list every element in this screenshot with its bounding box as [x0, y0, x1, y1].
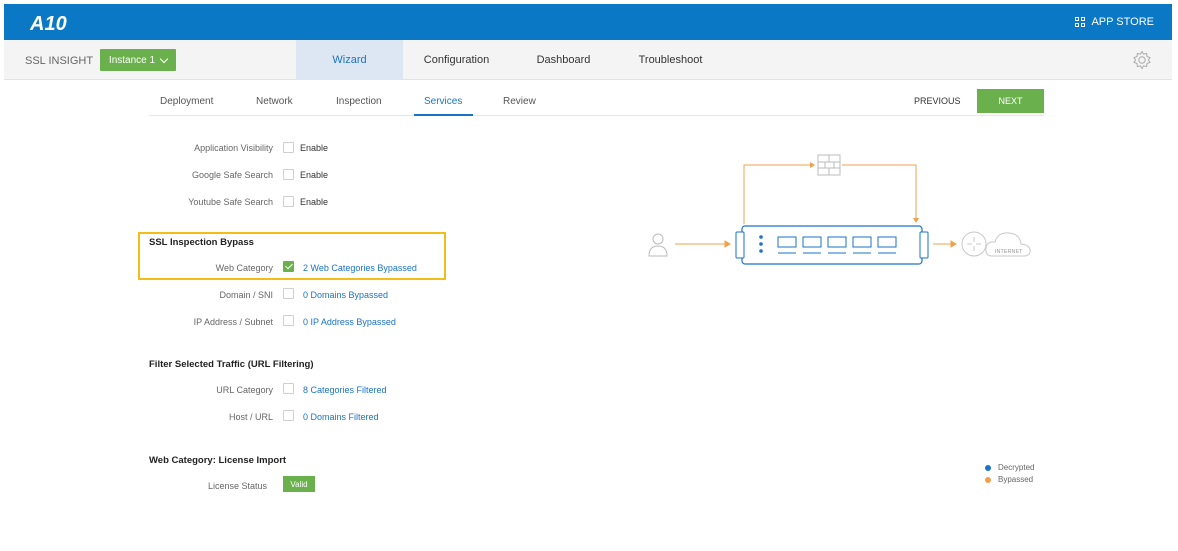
youtube-safe-search-checkbox[interactable] — [283, 196, 294, 207]
app-store-button[interactable]: APP STORE — [1075, 16, 1154, 28]
ssl-bypass-title: SSL Inspection Bypass — [149, 237, 254, 248]
youtube-safe-search-label: Youtube Safe Search — [188, 197, 273, 207]
top-bar: A10 APP STORE — [4, 4, 1172, 40]
previous-button[interactable]: PREVIOUS — [914, 96, 961, 106]
instance-label: Instance 1 — [108, 54, 156, 66]
a10-device-icon — [735, 225, 929, 265]
web-category-checkbox[interactable] — [283, 261, 294, 272]
app-grid-icon — [1075, 17, 1086, 27]
domains-filtered-link[interactable]: 0 Domains Filtered — [303, 412, 379, 422]
domains-bypassed-link[interactable]: 0 Domains Bypassed — [303, 290, 388, 300]
bypass-arrowhead-2 — [913, 218, 919, 223]
ip-subnet-label: IP Address / Subnet — [193, 317, 273, 327]
instance-dropdown[interactable]: Instance 1 — [100, 49, 176, 71]
host-url-checkbox[interactable] — [283, 410, 294, 421]
application-visibility-enable: Enable — [300, 143, 329, 153]
ip-subnet-checkbox[interactable] — [283, 315, 294, 326]
web-categories-bypassed-link[interactable]: 2 Web Categories Bypassed — [303, 263, 417, 273]
license-status-label: License Status — [207, 481, 267, 491]
legend-bypassed: Bypassed — [985, 475, 1034, 484]
traffic-diagram: INTERNET — [648, 154, 1031, 265]
google-safe-search-label: Google Safe Search — [191, 170, 273, 180]
outbound-arrow — [933, 240, 957, 248]
product-bar: SSL INSIGHT Instance 1 Wizard Configurat… — [4, 40, 1172, 80]
internet-label: INTERNET — [995, 249, 1023, 255]
license-title: Web Category: License Import — [149, 455, 287, 466]
tab-wizard[interactable]: Wizard — [296, 40, 403, 80]
license-status-badge: Valid — [283, 476, 315, 492]
step-network[interactable]: Network — [256, 96, 293, 107]
google-safe-search-enable: Enable — [300, 170, 329, 180]
product-name: SSL INSIGHT — [25, 55, 94, 67]
step-inspection[interactable]: Inspection — [336, 96, 382, 107]
application-visibility-checkbox[interactable] — [283, 142, 294, 153]
legend-decrypted: Decrypted — [985, 463, 1034, 472]
chevron-down-icon — [159, 54, 169, 63]
bypassed-dot-icon — [985, 476, 991, 483]
router-icon — [961, 231, 987, 257]
decrypted-dot-icon — [985, 464, 991, 471]
tab-configuration[interactable]: Configuration — [403, 40, 510, 80]
tab-dashboard[interactable]: Dashboard — [510, 40, 617, 80]
inbound-arrow — [675, 240, 731, 248]
legend: Decrypted Bypassed — [985, 463, 1034, 487]
firewall-icon — [817, 154, 841, 176]
tab-troubleshoot[interactable]: Troubleshoot — [617, 40, 724, 80]
host-url-label: Host / URL — [228, 412, 273, 422]
domain-sni-checkbox[interactable] — [283, 288, 294, 299]
step-services[interactable]: Services — [424, 96, 462, 107]
bypass-arrowhead-1 — [810, 162, 815, 168]
url-filtering-title: Filter Selected Traffic (URL Filtering) — [149, 359, 314, 370]
wizard-steps: Deployment Network Inspection Services R… — [149, 88, 1044, 116]
user-icon — [648, 233, 668, 257]
legend-bypassed-label: Bypassed — [998, 475, 1034, 484]
ip-bypassed-link[interactable]: 0 IP Address Bypassed — [303, 317, 396, 327]
legend-decrypted-label: Decrypted — [998, 463, 1035, 472]
google-safe-search-checkbox[interactable] — [283, 169, 294, 180]
domain-sni-label: Domain / SNI — [219, 290, 273, 300]
internet-cloud-icon: INTERNET — [985, 232, 1031, 257]
categories-filtered-link[interactable]: 8 Categories Filtered — [303, 385, 387, 395]
step-deployment[interactable]: Deployment — [160, 96, 213, 107]
web-category-label: Web Category — [215, 263, 273, 273]
logo-text: A10 — [30, 13, 67, 35]
url-category-label: URL Category — [216, 385, 273, 395]
youtube-safe-search-enable: Enable — [300, 197, 329, 207]
active-step-indicator — [414, 114, 473, 116]
step-review[interactable]: Review — [503, 96, 536, 107]
a10-logo[interactable]: A10 — [30, 10, 78, 36]
application-visibility-label: Application Visibility — [194, 143, 273, 153]
next-button[interactable]: NEXT — [977, 89, 1044, 113]
url-category-checkbox[interactable] — [283, 383, 294, 394]
app-store-label: APP STORE — [1091, 16, 1154, 28]
gear-icon[interactable] — [1132, 50, 1152, 70]
